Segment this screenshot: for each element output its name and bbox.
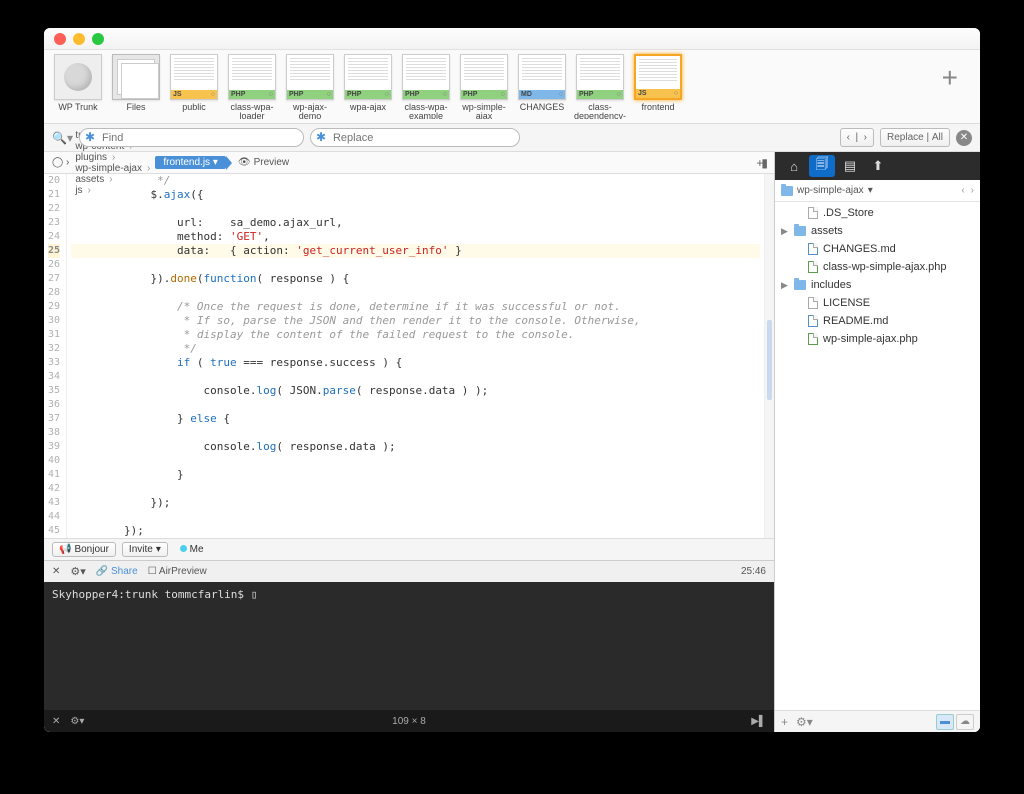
replace-button[interactable]: Replace | All: [880, 128, 950, 147]
file-icon: [808, 207, 818, 219]
tree-item-class-wp-simple-ajax-php[interactable]: class-wp-simple-ajax.php: [775, 258, 980, 276]
terminal-settings-button[interactable]: ⚙▾: [70, 565, 85, 578]
tab-wp-trunk[interactable]: WP Trunk: [52, 54, 104, 119]
breadcrumb-bar: ◯ › trunkwp-contentpluginswp-simple-ajax…: [44, 152, 774, 174]
find-input[interactable]: [79, 128, 304, 147]
terminal-footer: ✕ ⚙▾ 109 × 8 ▶▌: [44, 710, 774, 732]
tab-wp-ajax-demo[interactable]: PHP ○wp-ajax-demo: [284, 54, 336, 119]
new-tab-button[interactable]: +: [942, 54, 972, 94]
close-window-button[interactable]: [54, 33, 66, 45]
tree-item-readme-md[interactable]: README.md: [775, 312, 980, 330]
home-icon[interactable]: ⌂: [781, 155, 807, 177]
sidebar-settings-button[interactable]: ⚙▾: [796, 715, 813, 729]
tree-item-includes[interactable]: ▶includes: [775, 276, 980, 294]
me-indicator: Me: [180, 544, 204, 555]
tab-changes[interactable]: MD ○CHANGES: [516, 54, 568, 119]
line-gutter: 2021222324252627282930313233343536373839…: [44, 174, 67, 538]
preview-toggle[interactable]: 👁Preview: [238, 157, 289, 168]
bonjour-bar: 📢 Bonjour Invite ▾ Me: [44, 538, 774, 560]
sidebar-footer: + ⚙▾ ▬ ☁: [775, 710, 980, 732]
file-icon: [808, 243, 818, 255]
new-file-button[interactable]: +: [781, 715, 788, 729]
file-icon: [808, 261, 818, 273]
terminal-footer-settings[interactable]: ⚙▾: [70, 716, 84, 727]
breadcrumb-current-file[interactable]: frontend.js ▾: [155, 156, 226, 169]
terminal-timer: 25:46: [741, 566, 766, 577]
tab-class-wpa-loader[interactable]: PHP ○class-wpa-loader: [226, 54, 278, 119]
main-split: ◯ › trunkwp-contentpluginswp-simple-ajax…: [44, 152, 980, 732]
folder-icon: [794, 280, 806, 290]
terminal-toolbar: ✕ ⚙▾ 🔗 Share ☐ AirPreview 25:46: [44, 560, 774, 582]
folder-icon: [781, 186, 793, 196]
regex-replace-icon[interactable]: ✱: [316, 130, 326, 144]
file-icon: [808, 333, 818, 345]
tab-class-dependency-[interactable]: PHP ○class-dependency-: [574, 54, 626, 119]
split-editor-button[interactable]: +▮: [756, 156, 766, 170]
nav-forward-button[interactable]: ›: [971, 185, 974, 196]
bonjour-button[interactable]: 📢 Bonjour: [52, 542, 116, 557]
remote-view-button[interactable]: ☁: [956, 714, 974, 730]
find-replace-bar: 🔍▾ ✱ ✱ ‹ | › Replace | All ✕: [44, 124, 980, 152]
nav-back-button[interactable]: ‹: [961, 185, 964, 196]
replace-input[interactable]: [310, 128, 520, 147]
close-terminal-button[interactable]: ✕: [52, 566, 60, 577]
file-icon: [808, 297, 818, 309]
terminal[interactable]: Skyhopper4:trunk tommcfarlin$ ▯: [44, 582, 774, 710]
zoom-window-button[interactable]: [92, 33, 104, 45]
tab-bar: WP TrunkFilesJS ○publicPHP ○class-wpa-lo…: [44, 50, 980, 124]
share-button[interactable]: 🔗 Share: [96, 566, 138, 577]
code-content[interactable]: */ $.ajax({ url: sa_demo.ajax_url, metho…: [67, 174, 764, 538]
folder-icon: [794, 226, 806, 236]
terminal-dimensions: 109 × 8: [392, 716, 426, 727]
tree-item-assets[interactable]: ▶assets: [775, 222, 980, 240]
symbol-nav-icon[interactable]: ◯ ›: [52, 157, 69, 168]
search-icon[interactable]: 🔍▾: [52, 131, 73, 145]
upload-icon[interactable]: ⬆: [865, 155, 891, 177]
terminal-cursor: ▯: [251, 588, 258, 601]
code-editor[interactable]: 2021222324252627282930313233343536373839…: [44, 174, 774, 538]
file-icon: [808, 315, 818, 327]
close-findbar-button[interactable]: ✕: [956, 130, 972, 146]
prev-next-match-button[interactable]: ‹ | ›: [840, 128, 874, 147]
sidebar-path-bar[interactable]: wp-simple-ajax ▾ ‹›: [775, 180, 980, 202]
tab-wp-simple-ajax[interactable]: PHP ○wp-simple-ajax: [458, 54, 510, 119]
tree-item-license[interactable]: LICENSE: [775, 294, 980, 312]
close-panel-button[interactable]: ✕: [52, 716, 60, 727]
app-window: WP TrunkFilesJS ○publicPHP ○class-wpa-lo…: [44, 28, 980, 732]
publish-icon[interactable]: ▤: [837, 155, 863, 177]
tab-files[interactable]: Files: [110, 54, 162, 119]
minimize-window-button[interactable]: [73, 33, 85, 45]
editor-pane: ◯ › trunkwp-contentpluginswp-simple-ajax…: [44, 152, 774, 732]
invite-button[interactable]: Invite ▾: [122, 542, 168, 557]
breadcrumb-plugins[interactable]: plugins: [75, 152, 155, 163]
regex-icon[interactable]: ✱: [85, 130, 95, 144]
tree-item--ds_store[interactable]: .DS_Store: [775, 204, 980, 222]
expand-terminal-button[interactable]: ▶▌: [751, 716, 766, 727]
files-tab-icon[interactable]: 🗐: [809, 155, 835, 177]
file-sidebar: ⌂ 🗐 ▤ ⬆ wp-simple-ajax ▾ ‹› .DS_Store▶as…: [774, 152, 980, 732]
tab-frontend[interactable]: JS ○frontend: [632, 54, 684, 119]
tree-item-wp-simple-ajax-php[interactable]: wp-simple-ajax.php: [775, 330, 980, 348]
breadcrumb-wp-simple-ajax[interactable]: wp-simple-ajax: [75, 163, 155, 174]
tab-class-wpa-example[interactable]: PHP ○class-wpa-example: [400, 54, 452, 119]
terminal-prompt: Skyhopper4:trunk tommcfarlin$: [52, 588, 251, 601]
eye-icon: 👁: [238, 157, 251, 168]
local-view-button[interactable]: ▬: [936, 714, 954, 730]
tree-item-changes-md[interactable]: CHANGES.md: [775, 240, 980, 258]
titlebar: [44, 28, 980, 50]
sidebar-header: ⌂ 🗐 ▤ ⬆: [775, 152, 980, 180]
sidebar-root-label: wp-simple-ajax: [797, 185, 864, 196]
file-tree: .DS_Store▶assetsCHANGES.mdclass-wp-simpl…: [775, 202, 980, 710]
airpreview-toggle[interactable]: ☐ AirPreview: [148, 566, 207, 577]
tab-public[interactable]: JS ○public: [168, 54, 220, 119]
minimap-scrollbar[interactable]: [764, 174, 774, 538]
tab-wpa-ajax[interactable]: PHP ○wpa-ajax: [342, 54, 394, 119]
